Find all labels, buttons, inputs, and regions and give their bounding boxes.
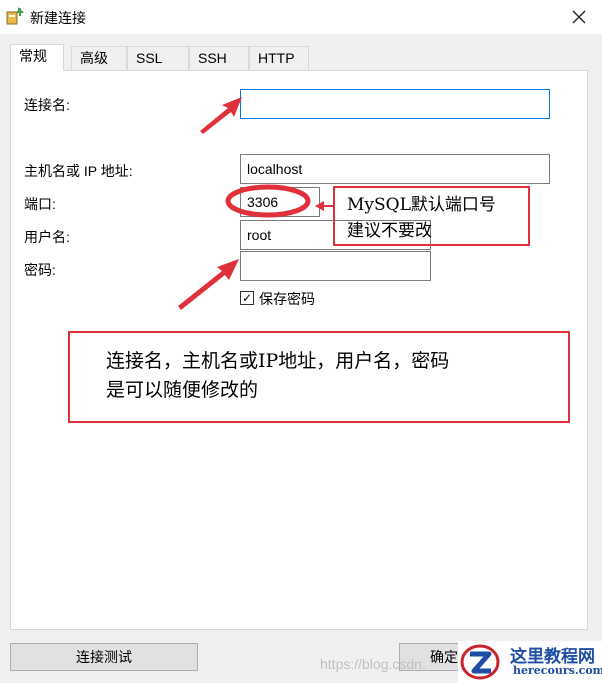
port-input[interactable]: 3306: [240, 187, 320, 217]
save-password-label: 保存密码: [259, 291, 315, 307]
port-note-box: MySQL默认端口号 建议不要改: [333, 186, 530, 246]
port-note-line-1: MySQL默认端口号: [347, 195, 496, 215]
connection-name-input[interactable]: [240, 89, 550, 119]
tab-http[interactable]: HTTP: [249, 46, 309, 70]
brand-logo-icon: [460, 644, 500, 680]
port-note-line-2: 建议不要改: [347, 221, 432, 241]
fields-note-box: 连接名，主机名或IP地址，用户名，密码 是可以随便修改的: [68, 331, 570, 423]
close-icon: [572, 10, 586, 24]
tab-general[interactable]: 常规: [10, 44, 64, 71]
brand-watermark: 这里教程网 herecours.com: [458, 641, 602, 683]
host-input[interactable]: localhost: [240, 154, 550, 184]
password-label: 密码:: [24, 262, 56, 278]
watermark-text: https://blog.csdn.: [320, 656, 426, 672]
host-label: 主机名或 IP 地址:: [24, 163, 133, 179]
port-label: 端口:: [24, 196, 56, 212]
test-connection-button[interactable]: 连接测试: [10, 643, 198, 671]
username-label: 用户名:: [24, 229, 70, 245]
brand-url: herecours.com: [513, 664, 602, 677]
new-connection-icon: [6, 7, 24, 25]
connection-name-label: 连接名:: [24, 97, 70, 113]
title-bar: 新建连接: [0, 0, 602, 34]
close-button[interactable]: [556, 0, 602, 34]
fields-note-line-1: 连接名，主机名或IP地址，用户名，密码: [106, 350, 450, 372]
tab-ssl[interactable]: SSL: [127, 46, 189, 70]
tab-advanced[interactable]: 高级: [71, 46, 127, 70]
fields-note-line-2: 是可以随便修改的: [106, 379, 259, 401]
save-password-checkbox[interactable]: ✓: [240, 291, 254, 305]
tab-ssh[interactable]: SSH: [189, 46, 249, 70]
window-title: 新建连接: [30, 10, 86, 26]
password-input[interactable]: [240, 251, 431, 281]
